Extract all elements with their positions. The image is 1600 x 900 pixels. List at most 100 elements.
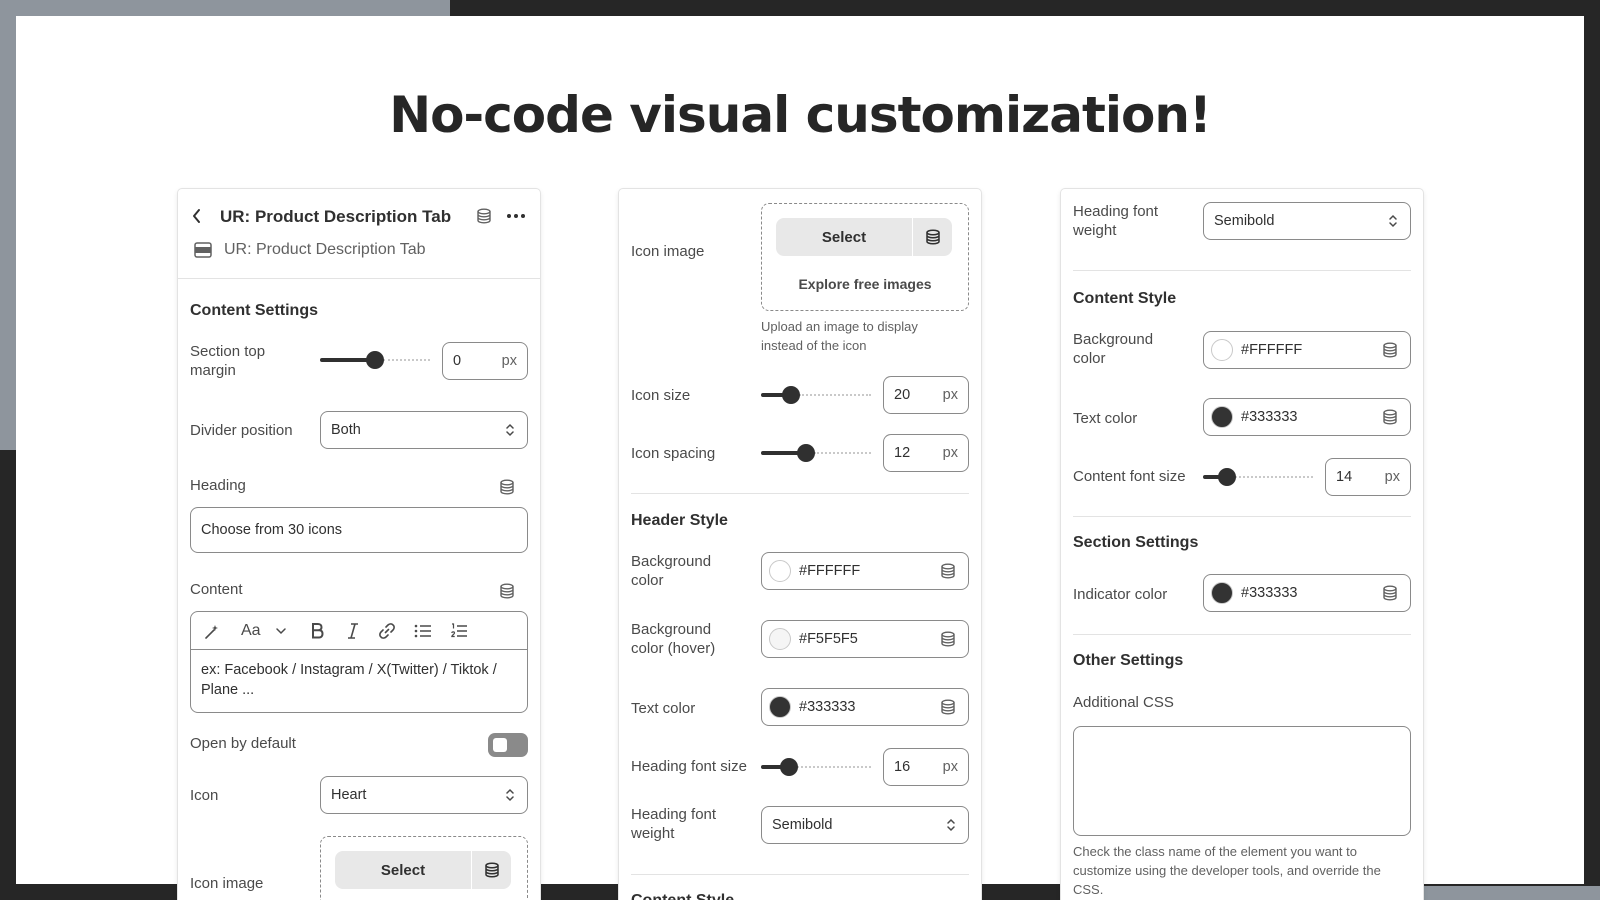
text-color-input[interactable]: #333333	[761, 688, 969, 726]
icon-image-dropzone[interactable]: Select Explore free images	[761, 203, 969, 311]
icon-label: Icon	[190, 787, 219, 804]
link-icon[interactable]	[378, 622, 396, 640]
content-label: Content	[190, 581, 243, 598]
database-icon[interactable]	[940, 563, 956, 579]
icon-size-slider[interactable]	[761, 384, 871, 406]
chevron-left-icon[interactable]	[190, 207, 204, 225]
content-editor[interactable]: Aa ex: Facebook / Instagram / X(Twitter)…	[190, 611, 528, 713]
icon-spacing-input[interactable]: 12 px	[883, 434, 969, 472]
content-style-title: Content Style	[631, 892, 734, 900]
database-icon[interactable]	[925, 229, 941, 245]
content-style-title: Content Style	[1073, 290, 1177, 307]
divider-position-label: Divider position	[190, 422, 293, 439]
open-by-default-label: Open by default	[190, 735, 296, 752]
heading-font-size-slider[interactable]	[761, 756, 871, 778]
more-icon[interactable]	[506, 213, 526, 219]
background-color-label: Background color	[1073, 331, 1154, 367]
heading-label: Heading	[190, 477, 246, 494]
heading-input[interactable]: Choose from 30 icons	[190, 507, 528, 553]
header-style-title: Header Style	[631, 512, 728, 529]
database-icon[interactable]	[940, 699, 956, 715]
icon-image-select-button[interactable]: Select	[335, 851, 511, 889]
text-color-value: #333333	[1241, 409, 1298, 425]
bullet-list-icon[interactable]	[414, 623, 432, 639]
slide-title: No-code visual customization!	[389, 86, 1212, 144]
icon-image-select-button[interactable]: Select	[776, 218, 952, 256]
heading-font-size-value: 16	[894, 759, 911, 775]
icon-spacing-slider[interactable]	[761, 442, 871, 464]
color-swatch[interactable]	[1211, 582, 1233, 604]
settings-panel-3: Heading font weight Semibold Content Sty…	[1061, 189, 1423, 900]
font-size-icon[interactable]: Aa	[241, 622, 261, 640]
database-icon[interactable]	[484, 862, 500, 878]
background-color-value: #FFFFFF	[799, 563, 861, 579]
section-divider	[1073, 270, 1411, 271]
settings-panel-1: UR: Product Description Tab UR: Product …	[178, 189, 540, 900]
divider-position-select[interactable]: Both	[320, 411, 528, 449]
database-icon[interactable]	[1382, 409, 1398, 425]
chevron-down-icon[interactable]	[275, 627, 287, 635]
background-color-value: #FFFFFF	[1241, 342, 1303, 358]
heading-font-weight-label: Heading font weight	[631, 806, 717, 842]
bold-icon[interactable]	[309, 622, 325, 640]
database-icon[interactable]	[940, 631, 956, 647]
database-icon[interactable]	[499, 479, 515, 495]
background-color-hover-value: #F5F5F5	[799, 631, 858, 647]
content-font-size-slider[interactable]	[1203, 466, 1313, 488]
color-swatch[interactable]	[769, 696, 791, 718]
background-color-label: Background color	[631, 553, 712, 589]
toggle-icon	[493, 738, 507, 752]
icon-value: Heart	[331, 787, 367, 803]
additional-css-textarea[interactable]	[1073, 726, 1411, 836]
database-icon[interactable]	[1382, 585, 1398, 601]
text-color-label: Text color	[631, 700, 696, 717]
color-swatch[interactable]	[1211, 339, 1233, 361]
icon-size-value: 20	[894, 387, 911, 403]
color-swatch[interactable]	[769, 560, 791, 582]
indicator-color-input[interactable]: #333333	[1203, 574, 1411, 612]
select-chevron-icon	[1389, 214, 1397, 228]
magic-icon[interactable]	[203, 623, 221, 641]
background-color-hover-label: Background color (hover)	[631, 621, 716, 657]
additional-css-label: Additional CSS	[1073, 694, 1174, 711]
heading-font-size-input[interactable]: 16 px	[883, 748, 969, 786]
content-font-size-label: Content font size	[1073, 468, 1186, 485]
editor-toolbar: Aa	[191, 612, 527, 650]
section-top-margin-slider[interactable]	[320, 349, 430, 371]
italic-icon[interactable]	[346, 622, 360, 640]
backdrop-gray-corner	[1420, 886, 1600, 900]
other-settings-title: Other Settings	[1073, 652, 1184, 669]
heading-font-weight-select[interactable]: Semibold	[1203, 202, 1411, 240]
database-icon[interactable]	[499, 583, 515, 599]
icon-image-dropzone[interactable]: Select	[320, 836, 528, 900]
heading-font-weight-label: Heading font weight	[1073, 203, 1159, 239]
database-icon[interactable]	[1382, 342, 1398, 358]
database-icon[interactable]	[476, 208, 492, 224]
section-top-margin-input[interactable]: 0 px	[442, 342, 528, 380]
section-top-margin-label: Section top margin	[190, 343, 266, 379]
background-color-input[interactable]: #FFFFFF	[761, 552, 969, 590]
content-settings-title: Content Settings	[190, 302, 318, 319]
open-by-default-toggle[interactable]	[488, 733, 528, 757]
explore-free-images-link[interactable]: Explore free images	[762, 276, 968, 292]
background-color-hover-input[interactable]: #F5F5F5	[761, 620, 969, 658]
indicator-color-value: #333333	[1241, 585, 1298, 601]
text-color-label: Text color	[1073, 410, 1138, 427]
icon-size-input[interactable]: 20 px	[883, 376, 969, 414]
section-divider	[631, 874, 969, 875]
content-font-size-value: 14	[1336, 469, 1353, 485]
background-color-input[interactable]: #FFFFFF	[1203, 331, 1411, 369]
section-divider	[1073, 634, 1411, 635]
header-divider	[178, 278, 540, 279]
color-swatch[interactable]	[1211, 406, 1233, 428]
numbered-list-icon[interactable]	[450, 622, 468, 640]
text-color-input[interactable]: #333333	[1203, 398, 1411, 436]
content-font-size-input[interactable]: 14 px	[1325, 458, 1411, 496]
divider-position-value: Both	[331, 422, 361, 438]
color-swatch[interactable]	[769, 628, 791, 650]
heading-font-weight-value: Semibold	[1214, 213, 1275, 229]
heading-font-weight-select[interactable]: Semibold	[761, 806, 969, 844]
icon-select[interactable]: Heart	[320, 776, 528, 814]
heading-value: Choose from 30 icons	[201, 522, 343, 538]
section-divider	[1073, 516, 1411, 517]
